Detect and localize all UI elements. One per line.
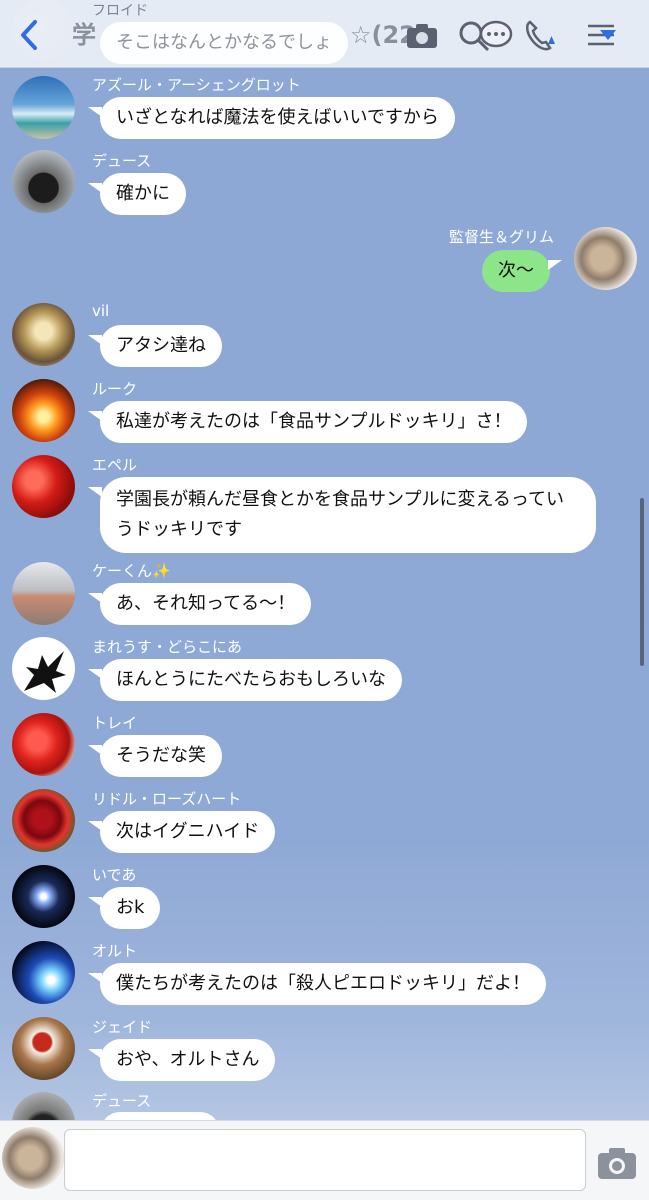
sender-name: ケーくん✨ [92,562,171,580]
sender-name: フロイド [92,3,148,19]
message-bubble[interactable]: 私達が考えたのは「食品サンプルドッキリ」さ！ [87,401,528,443]
sender-name: デュース [92,152,152,170]
message-bubble[interactable]: 次はイグニハイド [87,811,276,853]
sender-name: オルト [92,942,138,960]
message-bubble[interactable]: 学園長が頼んだ昼食とかを食品サンプルに変えるっていうドッキリです [88,477,596,553]
sender-name: いであ [92,866,137,884]
avatar[interactable] [12,455,75,518]
avatar[interactable] [12,713,75,776]
message-bubble[interactable]: 次〜 [482,250,562,292]
sender-name: まれうす・どらこにあ [92,638,243,656]
scrollbar[interactable] [640,498,644,666]
message-input-bar [0,1120,649,1200]
message-bubble[interactable]: そうだな笑 [88,735,222,777]
sender-name: エペル [92,456,138,474]
camera-icon[interactable] [596,1145,638,1181]
message-input[interactable] [64,1129,586,1191]
avatar[interactable] [574,227,637,290]
sender-name: リドル・ローズハート [92,790,242,808]
message-bubble[interactable]: 確かに [88,173,186,215]
sender-name: ジェイド [92,1018,153,1036]
dragon-icon [24,651,66,693]
message-bubble[interactable]: いざとなれば魔法を使えばいいですから [88,97,455,139]
message-bubble[interactable]: ほんとうにたべたらおもしろいな [88,659,402,701]
chat-bubble-icon[interactable] [478,18,514,54]
sender-name: トレイ [92,714,138,732]
avatar[interactable] [12,789,75,852]
sender-name: アズール・アーシェングロット [92,76,301,94]
sender-name: 監督生＆グリム [449,228,555,246]
avatar[interactable] [12,379,75,442]
message-bubble[interactable]: 僕たちが考えたのは「殺人ピエロドッキリ」だよ！ [88,963,546,1005]
sender-name: ルーク [92,380,138,398]
chevron-left-icon [21,20,37,50]
avatar[interactable] [12,562,75,625]
avatar[interactable] [12,637,75,700]
avatar[interactable] [12,1017,75,1080]
back-button[interactable] [16,18,42,52]
message-bubble[interactable]: そこはなんとかなるでしょ [100,22,348,64]
message-bubble[interactable]: おk [87,887,161,929]
avatar[interactable] [12,76,75,139]
sender-name: デュース [92,1092,152,1110]
menu-icon[interactable] [586,18,622,54]
avatar[interactable] [12,941,75,1004]
camera-icon[interactable] [404,18,440,54]
sender-name: vil [92,302,110,320]
message-bubble[interactable]: おや、オルトさん [87,1039,276,1081]
avatar[interactable] [12,865,75,928]
avatar[interactable] [12,303,75,366]
phone-icon[interactable] [522,18,558,54]
message-bubble[interactable]: アタシ達ね [88,325,222,367]
message-bubble[interactable]: あ、それ知ってる〜！ [87,583,312,625]
avatar[interactable] [12,150,75,213]
avatar[interactable] [2,1127,64,1189]
